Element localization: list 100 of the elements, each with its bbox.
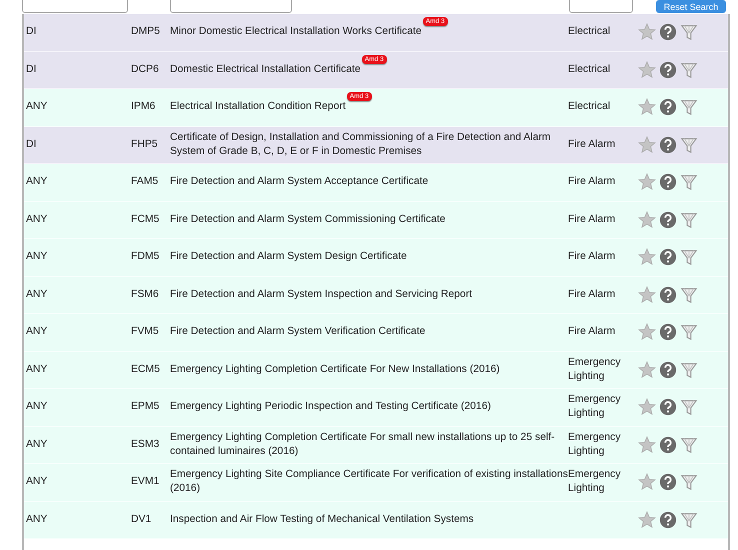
star-icon[interactable] [638,323,656,342]
help-icon[interactable] [659,23,677,42]
code-cell-text: FAM5 [131,175,160,190]
search-field[interactable] [170,0,292,13]
certificate-title: Emergency Lighting Completion Certificate For small new installations up to 25 self-contained luminaires (2016) [170,432,555,457]
table-row[interactable]: ANY FAM5 Fire Detection and Alarm System Acceptance Certificate Fire Alarm [24,164,728,202]
scope-cell-text: DI [25,62,38,77]
code-cell-text: ESM3 [131,438,160,452]
code-cell-text: FCM5 [131,212,160,227]
certificate-title: Fire Detection and Alarm System Inspection and Servicing Report [170,288,472,300]
category-cell-text: Fire Alarm [568,250,616,264]
category-cell-text: Emergency Lighting [568,356,622,384]
star-icon[interactable] [638,398,656,416]
scope-cell-text: ANY [25,475,48,490]
funnel-icon[interactable] [680,210,698,229]
category-cell-text: Electrical [568,62,612,77]
help-icon[interactable] [659,286,677,304]
category-dropdown[interactable] [569,0,633,13]
certificate-title: Fire Detection and Alarm System Verification Certificate [170,326,426,338]
star-icon[interactable] [638,473,656,492]
table-row[interactable]: ANY FCM5 Fire Detection and Alarm System Commissioning Certificate Fire Alarm [24,202,728,239]
table-row[interactable]: ANY ESM3 Emergency Lighting Completion Certificate For small new installations up to 25 self-contained luminaires (2016) Emergency Lighting [24,426,728,464]
scope-cell-text: ANY [25,250,48,264]
funnel-icon[interactable] [680,360,698,379]
code-cell-text: IPM6 [131,100,156,114]
certificate-title: Certificate of Design, Installation and Commissioning of a Fire Detection and Alarm System of Grade B, C, D, E or F in Domestic Premises [170,132,551,157]
star-icon[interactable] [638,60,656,79]
category-cell-text: Emergency Lighting [568,430,622,459]
table-row[interactable]: ANY EVM1 Emergency Lighting Site Compliance Certificate For verification of existing installations (2016) Emergency Lighting [24,464,728,502]
category-cell-text: Fire Alarm [568,175,616,190]
star-icon[interactable] [638,98,656,116]
category-cell-text: Electrical [568,100,612,114]
help-icon[interactable] [659,98,677,116]
star-icon[interactable] [638,360,656,379]
table-row[interactable]: ANY FVM5 Fire Detection and Alarm System Verification Certificate Fire Alarm [24,314,728,352]
scope-dropdown[interactable] [22,0,128,13]
star-icon[interactable] [638,210,656,229]
scope-cell-text: ANY [25,325,48,340]
help-icon[interactable] [659,323,677,342]
funnel-icon[interactable] [680,510,698,529]
funnel-icon[interactable] [680,60,698,79]
help-icon[interactable] [659,360,677,379]
funnel-icon[interactable] [680,136,698,154]
scope-cell-text: ANY [25,175,48,190]
funnel-icon[interactable] [680,286,698,304]
table-row[interactable]: ANY ECM5 Emergency Lighting Completion Certificate For New Installations (2016) Emergency Lighting [24,352,728,389]
funnel-icon[interactable] [680,248,698,266]
help-icon[interactable] [659,136,677,154]
category-cell-text: Electrical [568,25,612,40]
category-cell-text: Fire Alarm [568,138,616,152]
scope-cell-text: ANY [25,400,48,414]
help-icon[interactable] [659,510,677,529]
help-icon[interactable] [659,436,677,454]
code-cell-text: EPM5 [131,400,160,414]
help-icon[interactable] [659,173,677,192]
scope-cell-text: ANY [25,100,48,114]
funnel-icon[interactable] [680,98,698,116]
certificate-title: Fire Detection and Alarm System Acceptance Certificate [170,176,428,188]
code-cell-text: DCP6 [131,62,160,77]
scope-cell-text: ANY [25,438,48,452]
certificate-title: Fire Detection and Alarm System Commissioning Certificate [170,214,446,225]
code-cell-text: FHP5 [131,138,159,152]
certificate-title: Emergency Lighting Site Compliance Certificate For verification of existing installations (2016) [170,469,568,494]
code-cell-text: FSM6 [131,288,160,302]
funnel-icon[interactable] [680,473,698,492]
certificate-title: Fire Detection and Alarm System Design Certificate [170,251,407,262]
help-icon[interactable] [659,60,677,79]
funnel-icon[interactable] [680,436,698,454]
funnel-icon[interactable] [680,398,698,416]
code-cell-text: EVM1 [131,475,160,490]
table-row[interactable]: ANY DV1 Inspection and Air Flow Testing of Mechanical Ventilation Systems [24,502,728,539]
table-row[interactable]: DI FHP5 Certificate of Design, Installation and Commissioning of a Fire Detection and Alarm System of Grade B, C, D, E or F in Domestic Premises Fire Alarm [24,126,728,164]
help-icon[interactable] [659,248,677,266]
table-row[interactable]: ANY FDM5 Fire Detection and Alarm System Design Certificate Fire Alarm [24,239,728,276]
help-icon[interactable] [659,210,677,229]
funnel-icon[interactable] [680,23,698,42]
code-cell-text: DV1 [131,512,152,527]
table-row[interactable]: ANY EPM5 Emergency Lighting Periodic Inspection and Testing Certificate (2016) Emergency Lighting [24,389,728,426]
funnel-icon[interactable] [680,173,698,192]
star-icon[interactable] [638,436,656,454]
star-icon[interactable] [638,23,656,42]
table-row[interactable]: ANY FSM6 Fire Detection and Alarm System Inspection and Servicing Report Fire Alarm [24,276,728,314]
code-cell-text: FDM5 [131,250,160,264]
code-cell-text: DMP5 [131,25,161,40]
category-cell-text: Fire Alarm [568,288,616,302]
star-icon[interactable] [638,248,656,266]
scope-cell-text: DI [25,25,38,40]
code-cell-text: FVM5 [131,325,160,340]
certificate-title: Inspection and Air Flow Testing of Mechanical Ventilation Systems [170,514,474,525]
scope-cell-text: ANY [25,512,48,527]
category-cell-text: Fire Alarm [568,325,616,340]
star-icon[interactable] [638,510,656,529]
help-icon[interactable] [659,398,677,416]
star-icon[interactable] [638,286,656,304]
certificate-title: Emergency Lighting Periodic Inspection and Testing Certificate (2016) [170,401,491,412]
category-cell-text: Fire Alarm [568,212,616,227]
funnel-icon[interactable] [680,323,698,342]
help-icon[interactable] [659,473,677,492]
star-icon[interactable] [638,136,656,154]
star-icon[interactable] [638,173,656,192]
